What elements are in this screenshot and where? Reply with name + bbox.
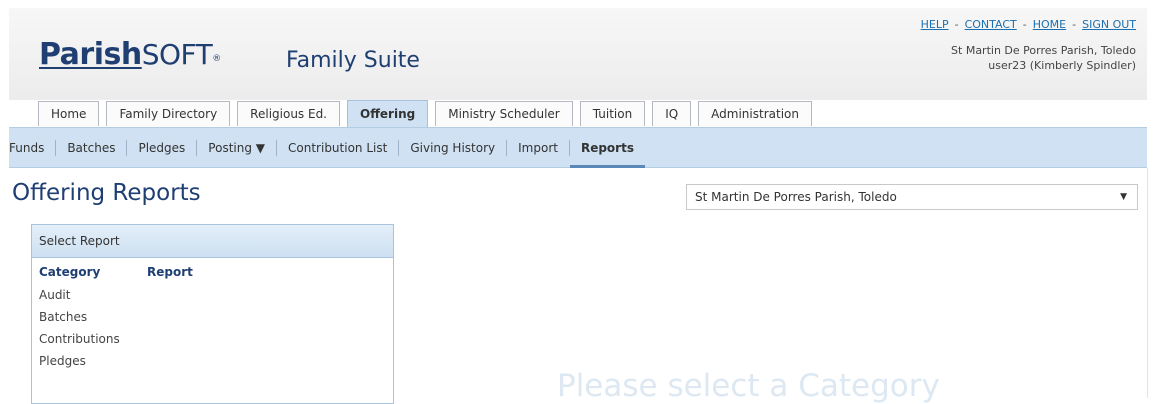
logo-text-soft: SOFT [141,38,213,71]
subnav-posting-dropdown[interactable]: Posting ▼ [197,128,276,168]
help-link[interactable]: HELP [921,18,949,31]
current-user: user23 (Kimberly Spindler) [988,59,1136,72]
tab-ministry-scheduler[interactable]: Ministry Scheduler [435,101,573,126]
panel-title: Select Report [32,225,393,258]
category-column: Category Audit Batches Contributions Ple… [39,265,120,372]
subnav-pledges[interactable]: Pledges [127,128,196,168]
frame-top [0,0,1156,8]
report-header: Report [147,265,193,279]
tab-offering[interactable]: Offering [347,100,429,127]
suite-title: Family Suite [286,48,420,73]
category-pledges[interactable]: Pledges [39,350,120,372]
logo-text-parish: Parish [39,37,142,72]
content-right-border [1147,168,1148,398]
home-link[interactable]: HOME [1033,18,1066,31]
subnav-funds[interactable]: Funds [9,128,55,168]
tab-administration[interactable]: Administration [698,101,812,126]
registered-mark: ® [212,54,221,64]
tab-family-directory[interactable]: Family Directory [106,101,231,126]
select-category-placeholder: Please select a Category [557,368,940,404]
top-links: HELP - CONTACT - HOME - SIGN OUT [921,18,1136,31]
subnav-contribution-list[interactable]: Contribution List [277,128,398,168]
tab-religious-ed[interactable]: Religious Ed. [237,101,340,126]
tab-iq[interactable]: IQ [652,101,692,126]
tab-tuition[interactable]: Tuition [579,101,646,126]
main-tabs: Home Family Directory Religious Ed. Offe… [38,100,812,127]
parish-select-value: St Martin De Porres Parish, Toledo [695,190,897,204]
app-header: ParishSOFT® Family Suite HELP - CONTACT - HO… [9,8,1147,100]
subnav-giving-history[interactable]: Giving History [399,128,506,168]
sign-out-link[interactable]: SIGN OUT [1082,18,1136,31]
dropdown-arrow-icon: ▼ [1120,192,1127,202]
category-contributions[interactable]: Contributions [39,328,120,350]
category-audit[interactable]: Audit [39,284,120,306]
parishsoft-logo[interactable]: ParishSOFT® [39,38,221,72]
link-separator: - [1022,18,1027,31]
category-header: Category [39,265,101,279]
org-info: St Martin De Porres Parish, Toledo user2… [951,43,1136,73]
offering-subnav: Funds Batches Pledges Posting ▼ Contribu… [9,127,1147,168]
select-report-panel: Select Report Category Audit Batches Con… [31,224,394,404]
subnav-batches[interactable]: Batches [56,128,126,168]
contact-link[interactable]: CONTACT [965,18,1017,31]
parish-select[interactable]: St Martin De Porres Parish, Toledo ▼ [686,184,1138,210]
link-separator: - [954,18,959,31]
report-column: Report [147,265,193,284]
org-name: St Martin De Porres Parish, Toledo [951,44,1136,57]
category-batches[interactable]: Batches [39,306,120,328]
link-separator: - [1072,18,1077,31]
tab-home[interactable]: Home [38,101,100,126]
subnav-reports[interactable]: Reports [569,128,645,168]
page-title: Offering Reports [12,180,201,206]
subnav-import[interactable]: Import [507,128,569,168]
